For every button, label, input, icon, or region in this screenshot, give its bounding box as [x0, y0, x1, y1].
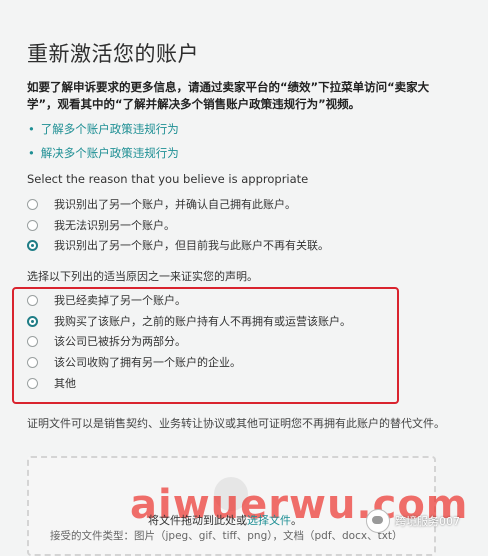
cause-option[interactable]: 其他	[27, 375, 76, 391]
watermark-badge-text: 跨境服务007	[395, 515, 460, 528]
reason-option-label: 我无法识别另一个账户。	[54, 219, 175, 232]
reason-question: Select the reason that you believe is ap…	[27, 172, 309, 186]
radio-button[interactable]	[27, 219, 38, 231]
cause-question: 选择以下列出的适当原因之一来证实您的声明。	[27, 270, 258, 283]
upload-instruction: 将文件拖动到此处或选择文件。	[148, 512, 302, 528]
cause-option[interactable]: 我购买了该账户，之前的账户持有人不再拥有或运营该账户。	[27, 313, 351, 329]
radio-button-selected[interactable]	[27, 315, 38, 327]
reactivate-account-page: 重新激活您的账户 如要了解申诉要求的更多信息，请通过卖家平台的“绩效”下拉菜单访…	[0, 0, 488, 556]
cause-option-label: 该公司已被拆分为两部分。	[54, 335, 186, 348]
policy-link-resolve-label[interactable]: 解决多个账户政策违规行为	[41, 146, 179, 160]
cause-option[interactable]: 该公司已被拆分为两部分。	[27, 333, 186, 349]
cause-option[interactable]: 该公司收购了拥有另一个账户的企业。	[27, 354, 241, 370]
policy-link-learn-label[interactable]: 了解多个账户政策违规行为	[41, 122, 179, 136]
wechat-logo-icon	[366, 509, 390, 533]
radio-button[interactable]	[27, 377, 38, 389]
reason-option-label: 我识别出了另一个账户，但目前我与此账户不再有关联。	[54, 239, 329, 252]
radio-button[interactable]	[27, 294, 38, 306]
intro-text: 如要了解申诉要求的更多信息，请通过卖家平台的“绩效”下拉菜单访问“卖家大学”，观…	[27, 80, 430, 111]
policy-link-learn[interactable]: • 了解多个账户政策违规行为	[28, 121, 179, 137]
watermark-badge: 跨境服务007	[366, 509, 460, 533]
reason-option-label: 我识别出了另一个账户，并确认自己拥有此账户。	[54, 198, 296, 211]
policy-link-resolve[interactable]: • 解决多个账户政策违规行为	[28, 145, 179, 161]
page-title: 重新激活您的账户	[27, 42, 199, 66]
bullet-icon: •	[28, 122, 35, 136]
reason-option[interactable]: 我识别出了另一个账户，并确认自己拥有此账户。	[27, 196, 296, 212]
reason-option[interactable]: 我无法识别另一个账户。	[27, 217, 175, 233]
radio-button-selected[interactable]	[27, 239, 38, 251]
cause-option-label: 其他	[54, 377, 76, 390]
accepted-file-types: 接受的文件类型：图片（jpeg、gif、tiff、png），文档（pdf、doc…	[50, 530, 403, 542]
proof-description: 证明文件可以是销售契约、业务转让协议或其他可证明您不再拥有此账户的替代文件。	[27, 417, 445, 430]
radio-button[interactable]	[27, 356, 38, 368]
cause-option[interactable]: 我已经卖掉了另一个账户。	[27, 292, 186, 308]
bullet-icon: •	[28, 146, 35, 160]
cause-option-label: 我购买了该账户，之前的账户持有人不再拥有或运营该账户。	[54, 315, 351, 328]
select-file-link[interactable]: 选择文件	[247, 514, 291, 527]
radio-button[interactable]	[27, 335, 38, 347]
cause-option-label: 该公司收购了拥有另一个账户的企业。	[54, 356, 241, 369]
cause-option-label: 我已经卖掉了另一个账户。	[54, 294, 186, 307]
upload-instruction-text: 将文件拖动到此处或	[148, 514, 247, 527]
upload-instruction-end: 。	[291, 514, 302, 527]
reason-option[interactable]: 我识别出了另一个账户，但目前我与此账户不再有关联。	[27, 237, 329, 253]
radio-button[interactable]	[27, 198, 38, 210]
